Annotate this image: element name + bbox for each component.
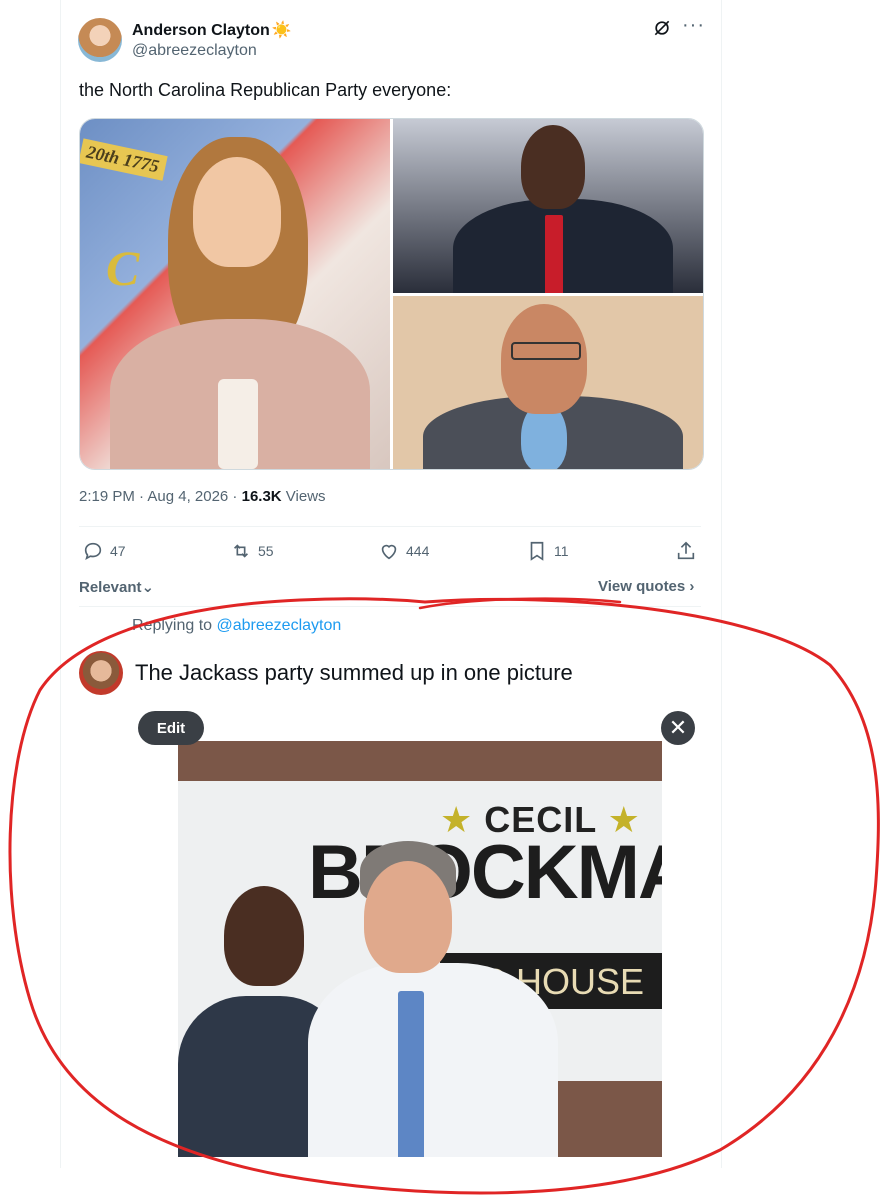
repost-icon [233, 544, 249, 558]
more-options-icon[interactable]: ··· [682, 14, 705, 37]
views-count: 16.3K [241, 488, 282, 505]
grok-icon[interactable] [652, 18, 672, 38]
divider [79, 606, 701, 607]
sun-emoji-icon: ☀️ [271, 22, 292, 39]
photo-woman[interactable]: 20th 1775 C [80, 119, 390, 469]
edit-media-button[interactable]: Edit [138, 711, 204, 745]
glasses [511, 342, 581, 360]
replying-prefix: Replying to [132, 617, 217, 634]
divider [79, 526, 701, 527]
remove-media-button[interactable]: ✕ [661, 711, 695, 745]
reply-icon [84, 542, 102, 561]
reply-button[interactable]: 47 [82, 540, 126, 562]
replying-to: Replying to @abreezeclayton [132, 617, 341, 635]
reply-sort-dropdown[interactable]: Relevant⌄ [79, 578, 154, 596]
author-handle[interactable]: @abreezeclayton [132, 42, 257, 60]
face [521, 125, 585, 209]
photo-speaker[interactable] [393, 119, 703, 293]
shirt [218, 379, 258, 469]
author-avatar[interactable] [78, 18, 122, 62]
flag-banner-text: 20th 1775 [80, 138, 168, 181]
flag-letter: C [106, 240, 140, 296]
view-quotes-label[interactable]: View quotes [598, 578, 685, 595]
bookmark-count: 11 [554, 543, 569, 559]
man-right-head [364, 861, 452, 973]
views-label: Views [281, 488, 326, 505]
bookmark-icon [530, 541, 544, 561]
share-button[interactable] [675, 540, 697, 562]
man-left-head [224, 886, 304, 986]
reply-attached-photo[interactable]: ★ CECIL ★ BROCKMA NC HOUSE [178, 741, 662, 1157]
repost-button[interactable]: 55 [230, 540, 274, 562]
tweet-media-grid[interactable]: 20th 1775 C [79, 118, 704, 470]
repost-count: 55 [258, 543, 274, 559]
like-button[interactable]: 444 [378, 540, 429, 562]
reply-count: 47 [110, 543, 126, 559]
like-count: 444 [406, 543, 430, 559]
chevron-right-icon: › [689, 578, 695, 595]
man-right-shirt [308, 963, 558, 1157]
suit [453, 199, 673, 293]
sort-label[interactable]: Relevant [79, 579, 142, 596]
reply-text[interactable]: The Jackass party summed up in one pictu… [135, 660, 573, 686]
photo-man-glasses[interactable] [393, 296, 703, 469]
tweet-timestamp[interactable]: 2:19 PM · Aug 4, 2026 · 16.3K Views [79, 488, 326, 505]
chevron-down-icon: ⌄ [141, 579, 155, 596]
man-right-tie [398, 991, 424, 1157]
time-date[interactable]: 2:19 PM · Aug 4, 2026 · [79, 488, 242, 505]
reply-author-avatar[interactable] [79, 651, 123, 695]
face [193, 157, 281, 267]
share-icon [677, 541, 695, 560]
replying-handle-link[interactable]: @abreezeclayton [217, 617, 342, 634]
bookmark-button[interactable]: 11 [526, 540, 569, 562]
tweet-text: the North Carolina Republican Party ever… [79, 80, 452, 100]
author-display-name[interactable]: Anderson Clayton ☀️ [132, 20, 292, 40]
tie [545, 215, 563, 293]
view-quotes-link[interactable]: View quotes › [598, 578, 694, 595]
display-name-text[interactable]: Anderson Clayton [132, 22, 270, 39]
heart-icon [381, 544, 397, 560]
